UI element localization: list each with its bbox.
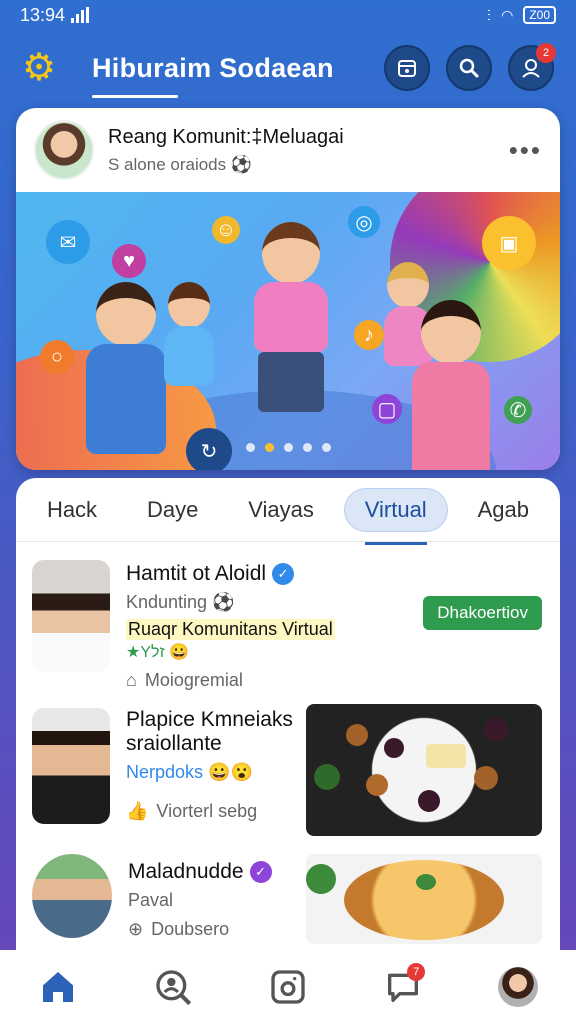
music-bubble-icon: ♪ — [354, 320, 384, 350]
photo-bubble-icon: ▢ — [372, 394, 402, 424]
item-meta: 👍 Viorterl sebg — [126, 801, 258, 821]
camera-icon — [271, 970, 305, 1004]
search-icon — [459, 58, 479, 78]
app-header: ⚙ Hiburaim Sodaean 2 — [0, 36, 576, 100]
emoji-icon: 😀😮 — [208, 762, 253, 782]
chat-small-icon: ○ — [40, 340, 74, 374]
character-woman-jumping — [254, 222, 328, 412]
item-tag: Ruaqr Komunitans Virtual — [126, 619, 335, 640]
nav-home[interactable] — [32, 961, 84, 1013]
status-time: 13:94 — [20, 4, 66, 25]
calendar-button[interactable] — [384, 45, 430, 91]
tab-agab[interactable]: Agab — [458, 489, 549, 531]
list-item[interactable]: Hamtit ot Aloidl ✓ Kndunting ⚽ Ruaqr Kom… — [16, 560, 560, 690]
settings-gear-icon[interactable]: ⚙ — [22, 49, 60, 87]
app-title: Hiburaim Sodaean — [92, 52, 334, 98]
category-tabs: Hack Daye Viayas Virtual Agab — [16, 478, 560, 545]
status-bar: 13:94 ⵗ ◠ Z00 — [0, 0, 576, 30]
globe-icon: ⚽ — [230, 154, 253, 174]
signal-icon — [71, 7, 90, 23]
thumbs-up-icon: 👍 — [126, 801, 149, 821]
more-options-icon[interactable]: ••• — [509, 135, 542, 166]
item-title: Hamtit ot Aloidl ✓ — [126, 562, 335, 586]
verified-badge-icon: ✓ — [272, 563, 295, 585]
item-subtitle: Paval — [128, 890, 174, 910]
food-photo[interactable] — [306, 704, 542, 836]
calendar-icon — [398, 60, 416, 77]
phone-bubble-icon: ✆ — [504, 396, 532, 424]
character-child — [164, 282, 214, 386]
verified-badge-icon: ✓ — [249, 861, 272, 883]
profile-button[interactable]: 2 — [508, 43, 556, 91]
home-small-icon: ⌂ — [126, 670, 137, 690]
battery-icon: Z00 — [523, 6, 556, 24]
message-bubble-icon: ◎ — [348, 206, 380, 238]
item-title: Plapice Kmneiaks — [126, 708, 293, 731]
item-tag: Nerpdoks 😀😮 — [126, 762, 253, 782]
join-button[interactable]: Dhakoertiov — [423, 596, 542, 630]
featured-post-subtitle: S alone oraiods ⚽ — [108, 154, 253, 174]
item-title-line2: sraiollante — [126, 732, 222, 755]
community-avatar[interactable] — [34, 120, 94, 180]
emoji-bubble-icon: ☺ — [212, 216, 240, 244]
item-rating: ★Yזל 😀 — [126, 644, 190, 661]
item-thumbnail[interactable] — [32, 854, 112, 938]
heart-bubble-icon: ♥ — [112, 244, 146, 278]
pizza-photo[interactable] — [306, 854, 542, 944]
featured-post-header: Reang Komunit:‡Meluagai S alone oraiods … — [16, 108, 560, 192]
profile-avatar — [498, 967, 539, 1007]
nav-search[interactable] — [147, 961, 199, 1013]
share-icon: ⊕ — [128, 919, 144, 939]
list-item[interactable]: Plapice Kmneiaks sraiollante Nerpdoks 😀😮… — [16, 704, 560, 842]
list-item[interactable]: Maladnudde ✓ Paval ⊕ Doubsero — [16, 848, 560, 958]
item-meta: ⊕ Doubsero — [128, 919, 230, 939]
item-subtitle: Kndunting ⚽ — [126, 592, 235, 612]
tab-hack[interactable]: Hack — [27, 489, 117, 531]
item-title: Maladnudde ✓ — [128, 860, 298, 884]
featured-post-title: Reang Komunit:‡Meluagai — [108, 125, 344, 148]
nav-messages[interactable]: 7 — [377, 961, 429, 1013]
nav-profile[interactable] — [492, 961, 544, 1013]
emoji-icon: 😀 — [169, 644, 190, 661]
featured-post-card[interactable]: Reang Komunit:‡Meluagai S alone oraiods … — [16, 108, 560, 470]
tab-virtual[interactable]: Virtual — [343, 487, 448, 545]
search-people-icon — [156, 970, 191, 1006]
data-icon: ⵗ — [486, 6, 492, 23]
tab-daye[interactable]: Daye — [127, 489, 218, 531]
item-meta: ⌂ Moiogremial — [126, 670, 243, 690]
item-thumbnail[interactable] — [32, 708, 110, 824]
search-button[interactable] — [446, 45, 492, 91]
nav-create[interactable] — [262, 961, 314, 1013]
item-thumbnail[interactable] — [32, 560, 110, 672]
bottom-navigation: 7 — [0, 950, 576, 1024]
wifi-icon: ◠ — [501, 6, 514, 23]
featured-banner-image[interactable]: ✉ ♥ ☺ ◎ ▣ ○ ♪ ▢ ↻ ✆ — [16, 192, 560, 470]
document-bubble-icon: ▣ — [482, 216, 536, 270]
community-list-card: Hack Daye Viayas Virtual Agab Hamtit ot … — [16, 478, 560, 958]
notification-badge: 2 — [536, 43, 556, 63]
carousel-indicator[interactable] — [16, 443, 560, 452]
home-icon — [42, 972, 73, 1002]
chat-bubble-icon: ✉ — [46, 220, 90, 264]
globe-icon: ⚽ — [212, 592, 235, 612]
character-man — [86, 282, 166, 454]
tab-viayas[interactable]: Viayas — [228, 489, 334, 531]
